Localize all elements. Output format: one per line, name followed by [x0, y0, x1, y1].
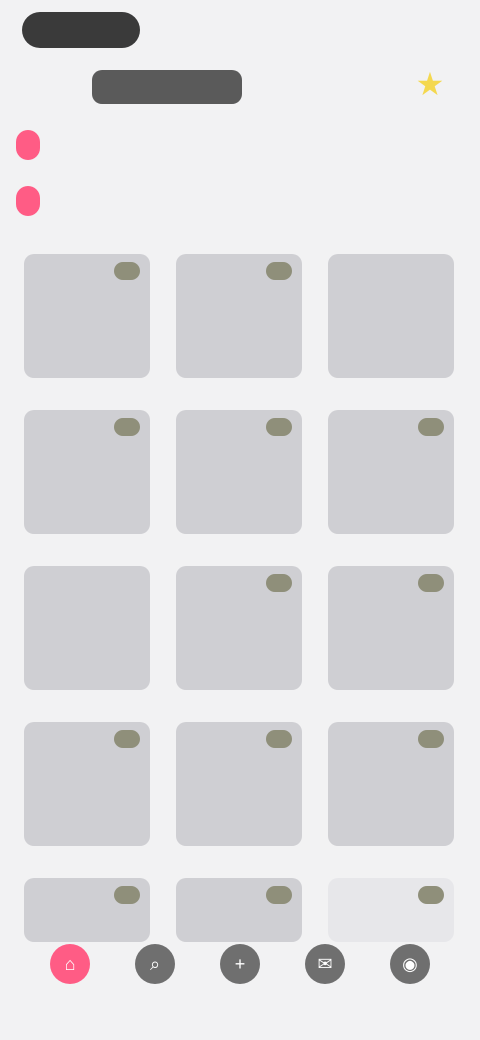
- badge-icon: [418, 730, 444, 748]
- tab-10[interactable]: [176, 186, 200, 216]
- grid-card[interactable]: [328, 254, 454, 378]
- tab-2[interactable]: [56, 130, 80, 160]
- tab-9[interactable]: [136, 186, 160, 216]
- grid-card[interactable]: [24, 878, 150, 942]
- grid-card[interactable]: [328, 878, 454, 942]
- category-tabs-row-2: [16, 186, 466, 216]
- grid-card[interactable]: [176, 254, 302, 378]
- badge-icon: [418, 574, 444, 592]
- top-pill: [22, 12, 140, 48]
- grid-card[interactable]: [176, 722, 302, 846]
- page-title: [92, 70, 242, 104]
- badge-icon: [266, 730, 292, 748]
- badge-icon: [114, 730, 140, 748]
- badge-icon: [418, 418, 444, 436]
- grid-card[interactable]: [176, 878, 302, 942]
- tab-5[interactable]: [176, 130, 200, 160]
- grid-card[interactable]: [328, 410, 454, 534]
- badge-icon: [266, 262, 292, 280]
- tab-8[interactable]: [96, 186, 120, 216]
- badge-icon: [266, 418, 292, 436]
- tab-7[interactable]: [56, 186, 80, 216]
- search-icon[interactable]: ⌕: [135, 944, 175, 984]
- bottom-navigation: ⌂ ⌕ + ✉ ◉: [50, 944, 430, 984]
- grid-card[interactable]: [328, 722, 454, 846]
- category-tabs-row-1: [16, 130, 466, 160]
- grid-card[interactable]: [24, 722, 150, 846]
- message-icon[interactable]: ✉: [305, 944, 345, 984]
- tab-6[interactable]: [16, 186, 40, 216]
- badge-icon: [418, 886, 444, 904]
- badge-icon: [114, 418, 140, 436]
- grid-card[interactable]: [24, 566, 150, 690]
- profile-icon[interactable]: ◉: [390, 944, 430, 984]
- grid-card[interactable]: [328, 566, 454, 690]
- grid-card[interactable]: [176, 566, 302, 690]
- grid-card[interactable]: [176, 410, 302, 534]
- tab-3[interactable]: [96, 130, 120, 160]
- grid-card[interactable]: [24, 254, 150, 378]
- content-grid: [24, 254, 456, 1002]
- badge-icon: [114, 886, 140, 904]
- badge-icon: [114, 262, 140, 280]
- badge-icon: [266, 574, 292, 592]
- grid-card[interactable]: [24, 410, 150, 534]
- tab-4[interactable]: [136, 130, 160, 160]
- add-icon[interactable]: +: [220, 944, 260, 984]
- badge-icon: [266, 886, 292, 904]
- home-icon[interactable]: ⌂: [50, 944, 90, 984]
- tab-1[interactable]: [16, 130, 40, 160]
- star-icon[interactable]: ★: [410, 64, 450, 104]
